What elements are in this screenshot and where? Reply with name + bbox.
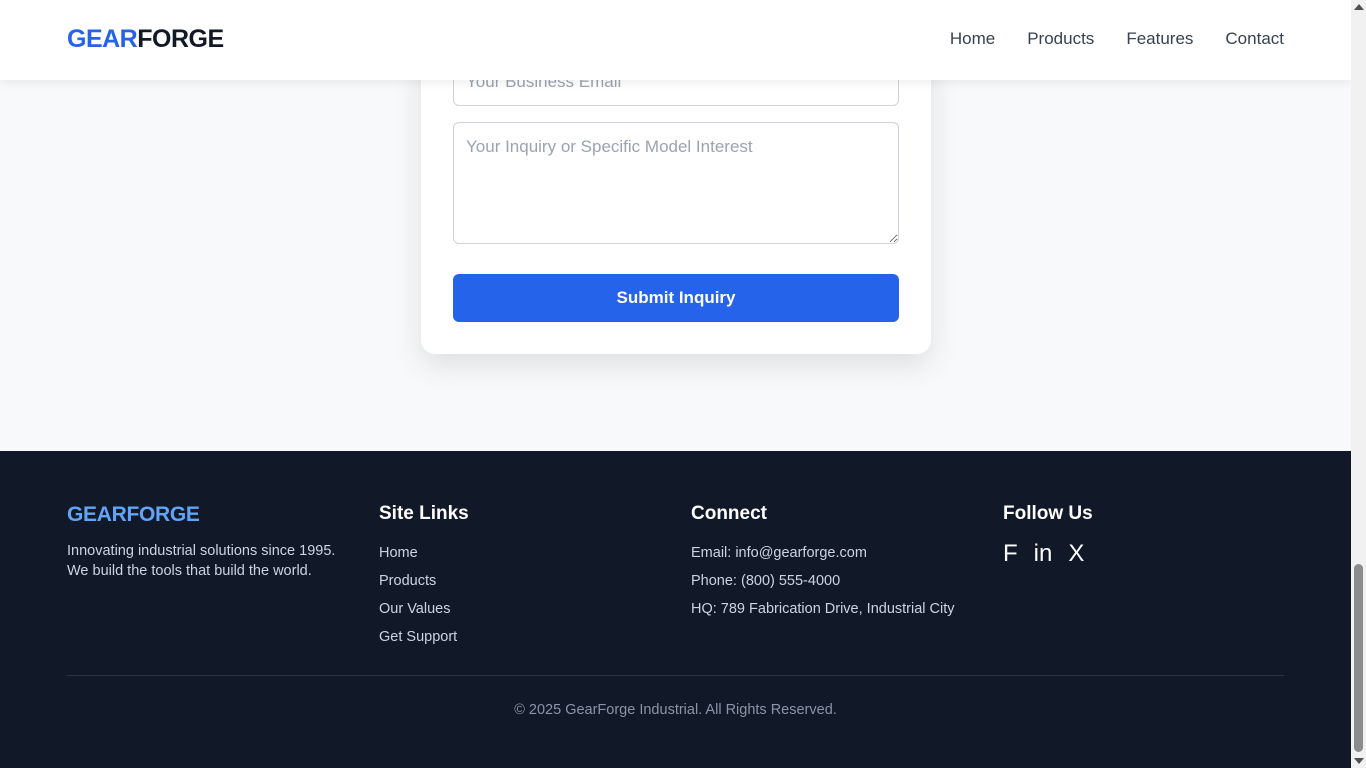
nav-products-link[interactable]: Products <box>1027 29 1094 49</box>
facebook-icon[interactable]: F <box>1003 539 1018 569</box>
connect-list: Email: info@gearforge.com Phone: (800) 5… <box>691 539 955 623</box>
list-item: Products <box>379 567 469 595</box>
footer-brand-name: GEARFORGE <box>67 503 200 526</box>
footer-link-get-support[interactable]: Get Support <box>379 629 457 645</box>
list-item: Get Support <box>379 623 469 651</box>
site-logo[interactable]: GEARFORGE <box>67 25 224 54</box>
main-nav: Home Products Features Contact <box>950 29 1284 49</box>
connect-heading: Connect <box>691 503 767 524</box>
page-viewport: GEARFORGE Home Products Features Contact… <box>0 0 1351 768</box>
list-item: Our Values <box>379 595 469 623</box>
footer-link-our-values[interactable]: Our Values <box>379 601 450 617</box>
footer-link-home[interactable]: Home <box>379 545 418 561</box>
page-scrollbar[interactable] <box>1351 0 1366 768</box>
nav-features-link[interactable]: Features <box>1126 29 1193 49</box>
scrollbar-thumb[interactable] <box>1354 564 1363 752</box>
linkedin-icon[interactable]: in <box>1034 539 1053 569</box>
footer-tagline: Innovating industrial solutions since 19… <box>67 543 336 579</box>
footer-follow-column: Follow Us F in X <box>1003 503 1093 569</box>
contact-email: Email: info@gearforge.com <box>691 545 867 561</box>
list-item: Home <box>379 539 469 567</box>
scroll-down-arrow-icon[interactable] <box>1354 758 1364 764</box>
nav-contact-link[interactable]: Contact <box>1225 29 1284 49</box>
x-twitter-icon[interactable]: X <box>1068 539 1084 569</box>
site-footer: GEARFORGE Innovating industrial solution… <box>0 451 1351 768</box>
logo-part-forge: FORGE <box>137 25 224 53</box>
submit-inquiry-button[interactable]: Submit Inquiry <box>453 274 899 322</box>
follow-us-heading: Follow Us <box>1003 503 1093 524</box>
social-links: F in X <box>1003 539 1093 569</box>
footer-site-links-column: Site Links Home Products Our Values Get … <box>379 503 469 651</box>
footer-link-products[interactable]: Products <box>379 573 436 589</box>
contact-hq-address: HQ: 789 Fabrication Drive, Industrial Ci… <box>691 601 955 617</box>
nav-home-link[interactable]: Home <box>950 29 995 49</box>
site-links-heading: Site Links <box>379 503 469 524</box>
scroll-up-arrow-icon[interactable] <box>1354 4 1364 10</box>
footer-brand-column: GEARFORGE Innovating industrial solution… <box>67 503 357 581</box>
footer-connect-column: Connect Email: info@gearforge.com Phone:… <box>691 503 955 623</box>
contact-phone: Phone: (800) 555-4000 <box>691 573 841 589</box>
copyright-text: © 2025 GearForge Industrial. All Rights … <box>514 702 837 718</box>
inquiry-message-textarea[interactable] <box>453 122 899 244</box>
footer-divider <box>67 675 1284 676</box>
site-links-list: Home Products Our Values Get Support <box>379 539 469 651</box>
site-header: GEARFORGE Home Products Features Contact <box>0 0 1351 80</box>
logo-part-gear: GEAR <box>67 25 138 53</box>
